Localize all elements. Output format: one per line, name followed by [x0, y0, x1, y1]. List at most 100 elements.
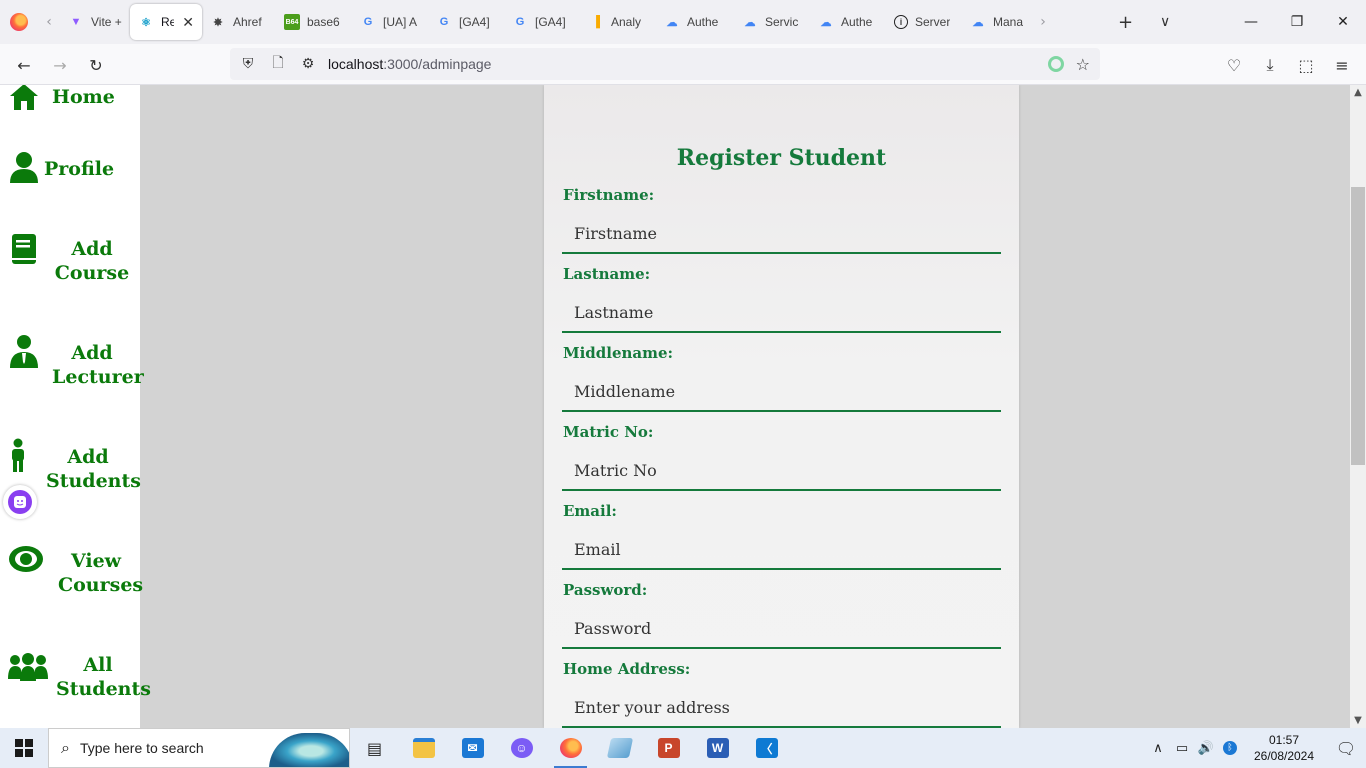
new-tab-icon[interactable]: + — [1118, 0, 1133, 44]
task-view-icon[interactable]: ▤ — [350, 728, 399, 768]
sidebar-item-label: Add Lecturer — [52, 341, 144, 389]
tabs-scroll-right-icon[interactable]: › — [1032, 0, 1054, 44]
admin-sidebar: Home Profile Add Course Add Lecturer Add… — [0, 85, 151, 728]
tab-ahrefs[interactable]: ✸ Ahref — [202, 4, 276, 40]
back-icon[interactable]: ← — [11, 52, 37, 78]
sidebar-item-view-courses[interactable]: View Courses — [0, 543, 143, 599]
tab-base64[interactable]: B64 base6 — [276, 4, 352, 40]
show-hidden-icons-icon[interactable]: ∧ — [1146, 741, 1170, 756]
url-text[interactable]: localhost:3000/adminpage — [328, 56, 491, 72]
pocket-icon[interactable]: ♡ — [1221, 52, 1247, 78]
forward-icon[interactable]: → — [47, 52, 73, 78]
tabs-scroll-left-icon[interactable]: ‹ — [38, 0, 60, 44]
bluetooth-icon[interactable]: ᛒ — [1223, 741, 1237, 755]
battery-icon[interactable]: ▭ — [1170, 741, 1194, 756]
permissions-icon[interactable]: ⚙ — [296, 56, 320, 72]
downloads-icon[interactable]: ⤓ — [1257, 52, 1283, 78]
extensions-icon[interactable]: ⬚ — [1293, 52, 1319, 78]
tab-analytics[interactable]: ▐ Analy — [580, 4, 656, 40]
email-input[interactable] — [562, 530, 1001, 570]
sidebar-item-all-students[interactable]: All Students — [0, 647, 151, 703]
firstname-input[interactable] — [562, 214, 1001, 254]
search-highlight-image — [269, 733, 349, 767]
vscode-icon[interactable]: 〈 — [742, 728, 791, 768]
page-icon[interactable]: 🗋 — [266, 52, 290, 76]
scrollbar-thumb[interactable] — [1351, 187, 1365, 465]
tab-authe-2[interactable]: ☁ Authe — [810, 4, 886, 40]
restore-icon[interactable]: ❐ — [1274, 0, 1320, 44]
label-line-1: Add — [71, 342, 113, 364]
app-menu-icon[interactable]: ≡ — [1329, 52, 1355, 78]
taskbar-search-box[interactable]: ⌕ Type here to search — [48, 728, 350, 768]
label-line-2: Students — [46, 470, 141, 492]
chat-widget-button[interactable] — [3, 485, 37, 519]
sidebar-item-profile[interactable]: Profile — [0, 151, 140, 187]
sidebar-item-home[interactable]: Home — [0, 85, 140, 115]
extension-icon[interactable] — [1048, 56, 1064, 72]
minimize-icon[interactable]: — — [1228, 0, 1274, 44]
tab-manage[interactable]: ☁ Mana — [962, 4, 1032, 40]
tab-vite[interactable]: ▼ Vite + — [60, 4, 130, 40]
firstname-label: Firstname: — [563, 186, 655, 204]
url-path: :3000/adminpage — [383, 56, 492, 72]
sidebar-item-label: Add Course — [54, 237, 130, 285]
sidebar-item-add-course[interactable]: Add Course — [0, 231, 140, 287]
close-window-icon[interactable]: ✕ — [1320, 0, 1366, 44]
page-scrollbar[interactable]: ▲ ▼ — [1350, 85, 1366, 728]
word-icon[interactable]: W — [693, 728, 742, 768]
gcloud-icon: ☁ — [744, 16, 756, 29]
bookmark-star-icon[interactable]: ☆ — [1076, 55, 1090, 74]
tab-react-active[interactable]: ⚛ Re ✕ — [130, 4, 202, 40]
sidebar-item-label: All Students — [56, 653, 151, 701]
gcloud-icon: ☁ — [972, 16, 984, 29]
label-line-2: Course — [54, 262, 130, 284]
label-line-2: Lecturer — [52, 366, 144, 388]
tab-ua[interactable]: G [UA] A — [352, 4, 428, 40]
scroll-up-icon[interactable]: ▲ — [1350, 87, 1366, 98]
register-student-form: Register Student Firstname: Lastname: Mi… — [544, 85, 1019, 728]
sidebar-item-label: Add Students — [46, 445, 141, 493]
search-icon: ⌕ — [61, 738, 70, 757]
taskbar-clock[interactable]: 01:57 26/08/2024 — [1242, 732, 1326, 764]
system-tray: ∧ ▭ 🔊 ᛒ 01:57 26/08/2024 🗨 — [1146, 728, 1366, 768]
firefox-menu-icon[interactable] — [0, 0, 38, 44]
close-tab-icon[interactable]: ✕ — [182, 14, 194, 31]
file-explorer-icon[interactable] — [399, 728, 448, 768]
clock-time: 01:57 — [1268, 733, 1300, 747]
matric-no-input[interactable] — [562, 451, 1001, 491]
sidebar-item-add-lecturer[interactable]: Add Lecturer — [0, 335, 144, 391]
label-line-1: All — [83, 654, 113, 676]
tab-service[interactable]: ☁ Servic — [734, 4, 810, 40]
label-line-2: Students — [56, 678, 151, 700]
vite-icon: ▼ — [70, 16, 82, 28]
info-icon: i — [894, 15, 908, 29]
start-button[interactable] — [0, 728, 48, 768]
firefox-taskbar-icon[interactable] — [546, 728, 595, 768]
lastname-input[interactable] — [562, 293, 1001, 333]
browser-tab-strip: ‹ ▼ Vite + ⚛ Re ✕ ✸ Ahref B64 base6 G [U… — [0, 0, 1366, 44]
shield-icon[interactable]: ⛨ — [236, 56, 260, 72]
user-icon — [8, 151, 40, 183]
matric-no-label: Matric No: — [563, 423, 654, 441]
lecturer-icon — [8, 335, 40, 368]
middlename-input[interactable] — [562, 372, 1001, 412]
volume-icon[interactable]: 🔊 — [1194, 741, 1218, 756]
student-icon — [8, 438, 28, 472]
notifications-icon[interactable]: 🗨 — [1326, 728, 1366, 768]
home-address-input[interactable] — [562, 688, 1001, 728]
list-all-tabs-icon[interactable]: ∨ — [1160, 0, 1170, 44]
powerpoint-icon[interactable]: P — [644, 728, 693, 768]
notepad-icon[interactable] — [595, 728, 644, 768]
password-input[interactable] — [562, 609, 1001, 649]
tab-ga4-2[interactable]: G [GA4] — [504, 4, 580, 40]
tab-authe-1[interactable]: ☁ Authe — [656, 4, 734, 40]
chat-app-icon[interactable]: ☺ — [497, 728, 546, 768]
google-icon: G — [363, 16, 373, 28]
reload-icon[interactable]: ↻ — [83, 52, 109, 78]
mail-icon[interactable]: ✉ — [448, 728, 497, 768]
tab-server[interactable]: i Server — [886, 4, 962, 40]
url-bar[interactable]: ⛨ 🗋 ⚙ localhost:3000/adminpage ☆ — [230, 48, 1100, 80]
scroll-down-icon[interactable]: ▼ — [1350, 715, 1366, 726]
middlename-label: Middlename: — [563, 344, 674, 362]
tab-ga4-1[interactable]: G [GA4] — [428, 4, 504, 40]
